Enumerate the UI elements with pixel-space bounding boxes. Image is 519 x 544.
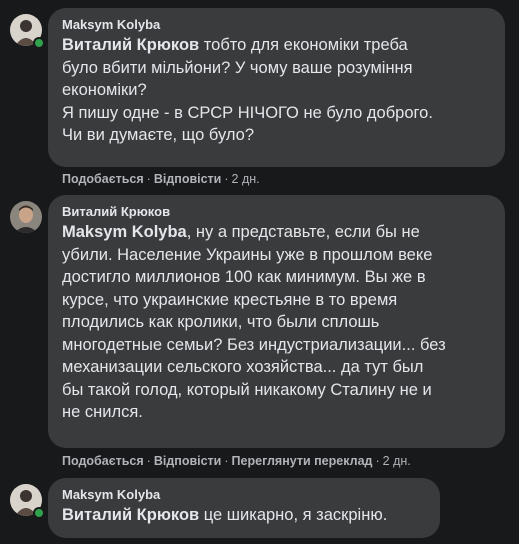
comment-text: Виталий Крюков тобто для економіки треба…	[62, 36, 433, 144]
comment-mention[interactable]: Виталий Крюков	[62, 36, 199, 54]
comment-mention[interactable]: Виталий Крюков	[62, 506, 199, 524]
comment-mention[interactable]: Maksym Kolyba	[62, 223, 187, 241]
online-status-icon	[33, 507, 45, 519]
comment-bubble: Maksym Kolyba Виталий Крюков це шикарно,…	[48, 478, 440, 538]
reply-link[interactable]: Відповісти	[154, 454, 222, 468]
comment-author[interactable]: Maksym Kolyba	[62, 486, 426, 503]
like-link[interactable]: Подобається	[62, 454, 144, 468]
reply-link[interactable]: Відповісти	[154, 172, 222, 186]
comment-timestamp[interactable]: 2 дн.	[383, 454, 411, 468]
see-translation-link[interactable]: Переглянути переклад	[232, 454, 373, 468]
avatar[interactable]	[10, 201, 42, 233]
comment-author[interactable]: Maksym Kolyba	[62, 16, 491, 33]
comment-author[interactable]: Виталий Крюков	[62, 203, 491, 220]
comment-text: Виталий Крюков це шикарно, я заскріню.	[62, 506, 388, 524]
like-link[interactable]: Подобається	[62, 172, 144, 186]
comment-actions: Подобається · Відповісти · 2 дн.	[62, 172, 260, 186]
comment-timestamp[interactable]: 2 дн.	[232, 172, 260, 186]
comment-bubble: Виталий Крюков Maksym Kolyba, ну а предс…	[48, 195, 505, 448]
comment-bubble: Maksym Kolyba Виталий Крюков тобто для е…	[48, 8, 505, 167]
comment-text: Maksym Kolyba, ну а представьте, если бы…	[62, 223, 446, 421]
comment-actions: Подобається · Відповісти · Переглянути перек…	[62, 454, 411, 468]
online-status-icon	[33, 37, 45, 49]
